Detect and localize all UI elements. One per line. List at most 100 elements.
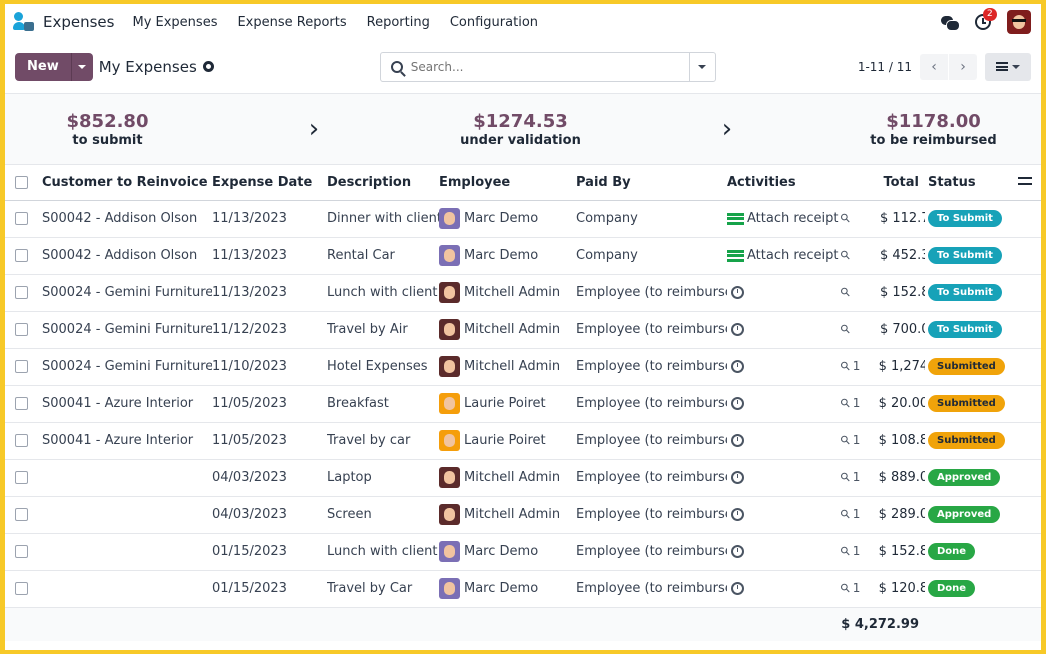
activity-cell[interactable] bbox=[727, 582, 841, 595]
table-row[interactable]: S00024 - Gemini Furniture 11/10/2023 Hot… bbox=[5, 348, 1041, 386]
employee-avatar bbox=[439, 245, 460, 266]
activity-cell[interactable] bbox=[727, 397, 841, 410]
table-row[interactable]: S00042 - Addison Olson 11/13/2023 Rental… bbox=[5, 237, 1041, 275]
attachment-cell[interactable]: ⚲1 bbox=[841, 580, 874, 596]
activity-cell[interactable] bbox=[727, 360, 841, 373]
attachment-cell[interactable]: ⚲1 bbox=[841, 505, 874, 523]
employee-cell[interactable]: Mitchell Admin bbox=[439, 282, 576, 303]
breadcrumb: My Expenses bbox=[98, 57, 197, 76]
column-employee[interactable]: Employee bbox=[439, 165, 576, 201]
row-checkbox[interactable] bbox=[15, 249, 28, 262]
gear-icon[interactable] bbox=[202, 61, 214, 72]
pager-previous-button[interactable]: ‹ bbox=[920, 53, 948, 80]
menu-configuration[interactable]: Configuration bbox=[450, 15, 538, 30]
row-checkbox[interactable] bbox=[15, 360, 28, 373]
table-row[interactable]: 04/03/2023 Laptop Mitchell Admin Employe… bbox=[5, 459, 1041, 497]
summary-to-be-reimbursed[interactable]: $1178.00 to be reimbursed bbox=[831, 111, 1036, 148]
column-total[interactable]: Total bbox=[841, 165, 925, 201]
column-date[interactable]: Expense Date bbox=[212, 165, 327, 201]
date-cell: 11/10/2023 bbox=[212, 348, 327, 386]
attachment-cell[interactable]: ⚲1 bbox=[841, 358, 874, 374]
employee-cell[interactable]: Marc Demo bbox=[439, 541, 576, 562]
column-settings-icon[interactable] bbox=[1017, 176, 1032, 186]
row-checkbox[interactable] bbox=[15, 212, 28, 225]
summary-label: under validation bbox=[460, 132, 581, 148]
search-input[interactable] bbox=[410, 59, 689, 74]
activity-cell[interactable] bbox=[727, 323, 841, 336]
attachment-cell[interactable]: ⚲1 bbox=[841, 394, 874, 412]
user-avatar[interactable] bbox=[1007, 10, 1031, 34]
column-status[interactable]: Status bbox=[925, 165, 1008, 201]
row-checkbox[interactable] bbox=[15, 545, 28, 558]
table-row[interactable]: S00042 - Addison Olson 11/13/2023 Dinner… bbox=[5, 200, 1041, 238]
date-cell: 11/13/2023 bbox=[212, 200, 327, 238]
table-row[interactable]: S00024 - Gemini Furniture 11/12/2023 Tra… bbox=[5, 311, 1041, 349]
app-name[interactable]: Expenses bbox=[43, 13, 114, 31]
activity-cell[interactable] bbox=[727, 545, 841, 558]
row-checkbox[interactable] bbox=[15, 397, 28, 410]
pager-next-button[interactable]: › bbox=[949, 53, 977, 80]
row-checkbox[interactable] bbox=[15, 434, 28, 447]
column-paid-by[interactable]: Paid By bbox=[576, 165, 727, 201]
expense-summary: $852.80 to submit › $1274.53 under valid… bbox=[5, 94, 1041, 165]
summary-under-validation[interactable]: $1274.53 under validation bbox=[418, 111, 623, 148]
column-customer[interactable]: Customer to Reinvoice bbox=[42, 165, 212, 201]
view-switcher-button[interactable] bbox=[985, 52, 1031, 81]
activity-cell[interactable]: Attach receipt bbox=[727, 211, 841, 226]
paperclip-icon: ⚲ bbox=[841, 505, 854, 523]
search-options-toggle[interactable] bbox=[688, 52, 715, 81]
row-checkbox[interactable] bbox=[15, 286, 28, 299]
activity-cell[interactable] bbox=[727, 471, 841, 484]
employee-cell[interactable]: Mitchell Admin bbox=[439, 467, 576, 488]
activity-cell[interactable]: Attach receipt bbox=[727, 248, 841, 263]
row-checkbox[interactable] bbox=[15, 471, 28, 484]
row-checkbox[interactable] bbox=[15, 508, 28, 521]
employee-cell[interactable]: Laurie Poiret bbox=[439, 393, 576, 414]
table-row[interactable]: S00041 - Azure Interior 11/05/2023 Break… bbox=[5, 385, 1041, 423]
table-row[interactable]: 01/15/2023 Lunch with client Marc Demo E… bbox=[5, 533, 1041, 571]
employee-cell[interactable]: Marc Demo bbox=[439, 208, 576, 229]
row-checkbox[interactable] bbox=[15, 323, 28, 336]
activity-cell[interactable] bbox=[727, 508, 841, 521]
total-cell: $ 152.80 bbox=[878, 544, 925, 559]
attachment-cell[interactable]: ⚲1 bbox=[841, 543, 874, 559]
attachment-cell[interactable]: ⚲ bbox=[841, 284, 876, 300]
expenses-app-icon[interactable] bbox=[13, 11, 35, 33]
activity-cell[interactable] bbox=[727, 286, 841, 299]
attachment-cell[interactable]: ⚲ bbox=[841, 247, 876, 263]
employee-name: Mitchell Admin bbox=[464, 470, 561, 485]
employee-cell[interactable]: Mitchell Admin bbox=[439, 504, 576, 525]
employee-cell[interactable]: Mitchell Admin bbox=[439, 356, 576, 377]
employee-cell[interactable]: Mitchell Admin bbox=[439, 319, 576, 340]
column-activities[interactable]: Activities bbox=[727, 165, 841, 201]
employee-name: Mitchell Admin bbox=[464, 322, 561, 337]
attachment-cell[interactable]: ⚲1 bbox=[841, 432, 874, 448]
row-checkbox[interactable] bbox=[15, 582, 28, 595]
attachment-cell[interactable]: ⚲ bbox=[841, 210, 876, 226]
activity-cell[interactable] bbox=[727, 434, 841, 447]
table-row[interactable]: 01/15/2023 Travel by Car Marc Demo Emplo… bbox=[5, 570, 1041, 608]
attachment-cell[interactable]: ⚲ bbox=[841, 321, 876, 337]
employee-cell[interactable]: Laurie Poiret bbox=[439, 430, 576, 451]
column-description[interactable]: Description bbox=[327, 165, 439, 201]
select-all-checkbox[interactable] bbox=[15, 175, 28, 189]
table-row[interactable]: S00041 - Azure Interior 11/05/2023 Trave… bbox=[5, 422, 1041, 460]
menu-reporting[interactable]: Reporting bbox=[367, 15, 430, 30]
new-button[interactable]: New bbox=[15, 52, 71, 81]
chevron-right-icon: › bbox=[308, 114, 320, 144]
paperclip-icon: ⚲ bbox=[841, 394, 854, 412]
table-row[interactable]: S00024 - Gemini Furniture 11/13/2023 Lun… bbox=[5, 274, 1041, 312]
table-row[interactable]: 04/03/2023 Screen Mitchell Admin Employe… bbox=[5, 496, 1041, 534]
customer-cell: S00042 - Addison Olson bbox=[42, 237, 212, 275]
summary-to-submit[interactable]: $852.80 to submit bbox=[5, 111, 210, 148]
upload-activity-icon bbox=[727, 212, 744, 225]
pager-value[interactable]: 1-11 / 11 bbox=[858, 60, 912, 74]
chat-icon[interactable] bbox=[941, 14, 960, 31]
new-dropdown-toggle[interactable] bbox=[70, 52, 93, 81]
employee-cell[interactable]: Marc Demo bbox=[439, 578, 576, 599]
attachment-cell[interactable]: ⚲1 bbox=[841, 469, 874, 485]
menu-expense-reports[interactable]: Expense Reports bbox=[237, 15, 346, 30]
menu-my-expenses[interactable]: My Expenses bbox=[132, 15, 217, 30]
activity-menu[interactable]: 2 bbox=[975, 8, 997, 30]
employee-cell[interactable]: Marc Demo bbox=[439, 245, 576, 266]
